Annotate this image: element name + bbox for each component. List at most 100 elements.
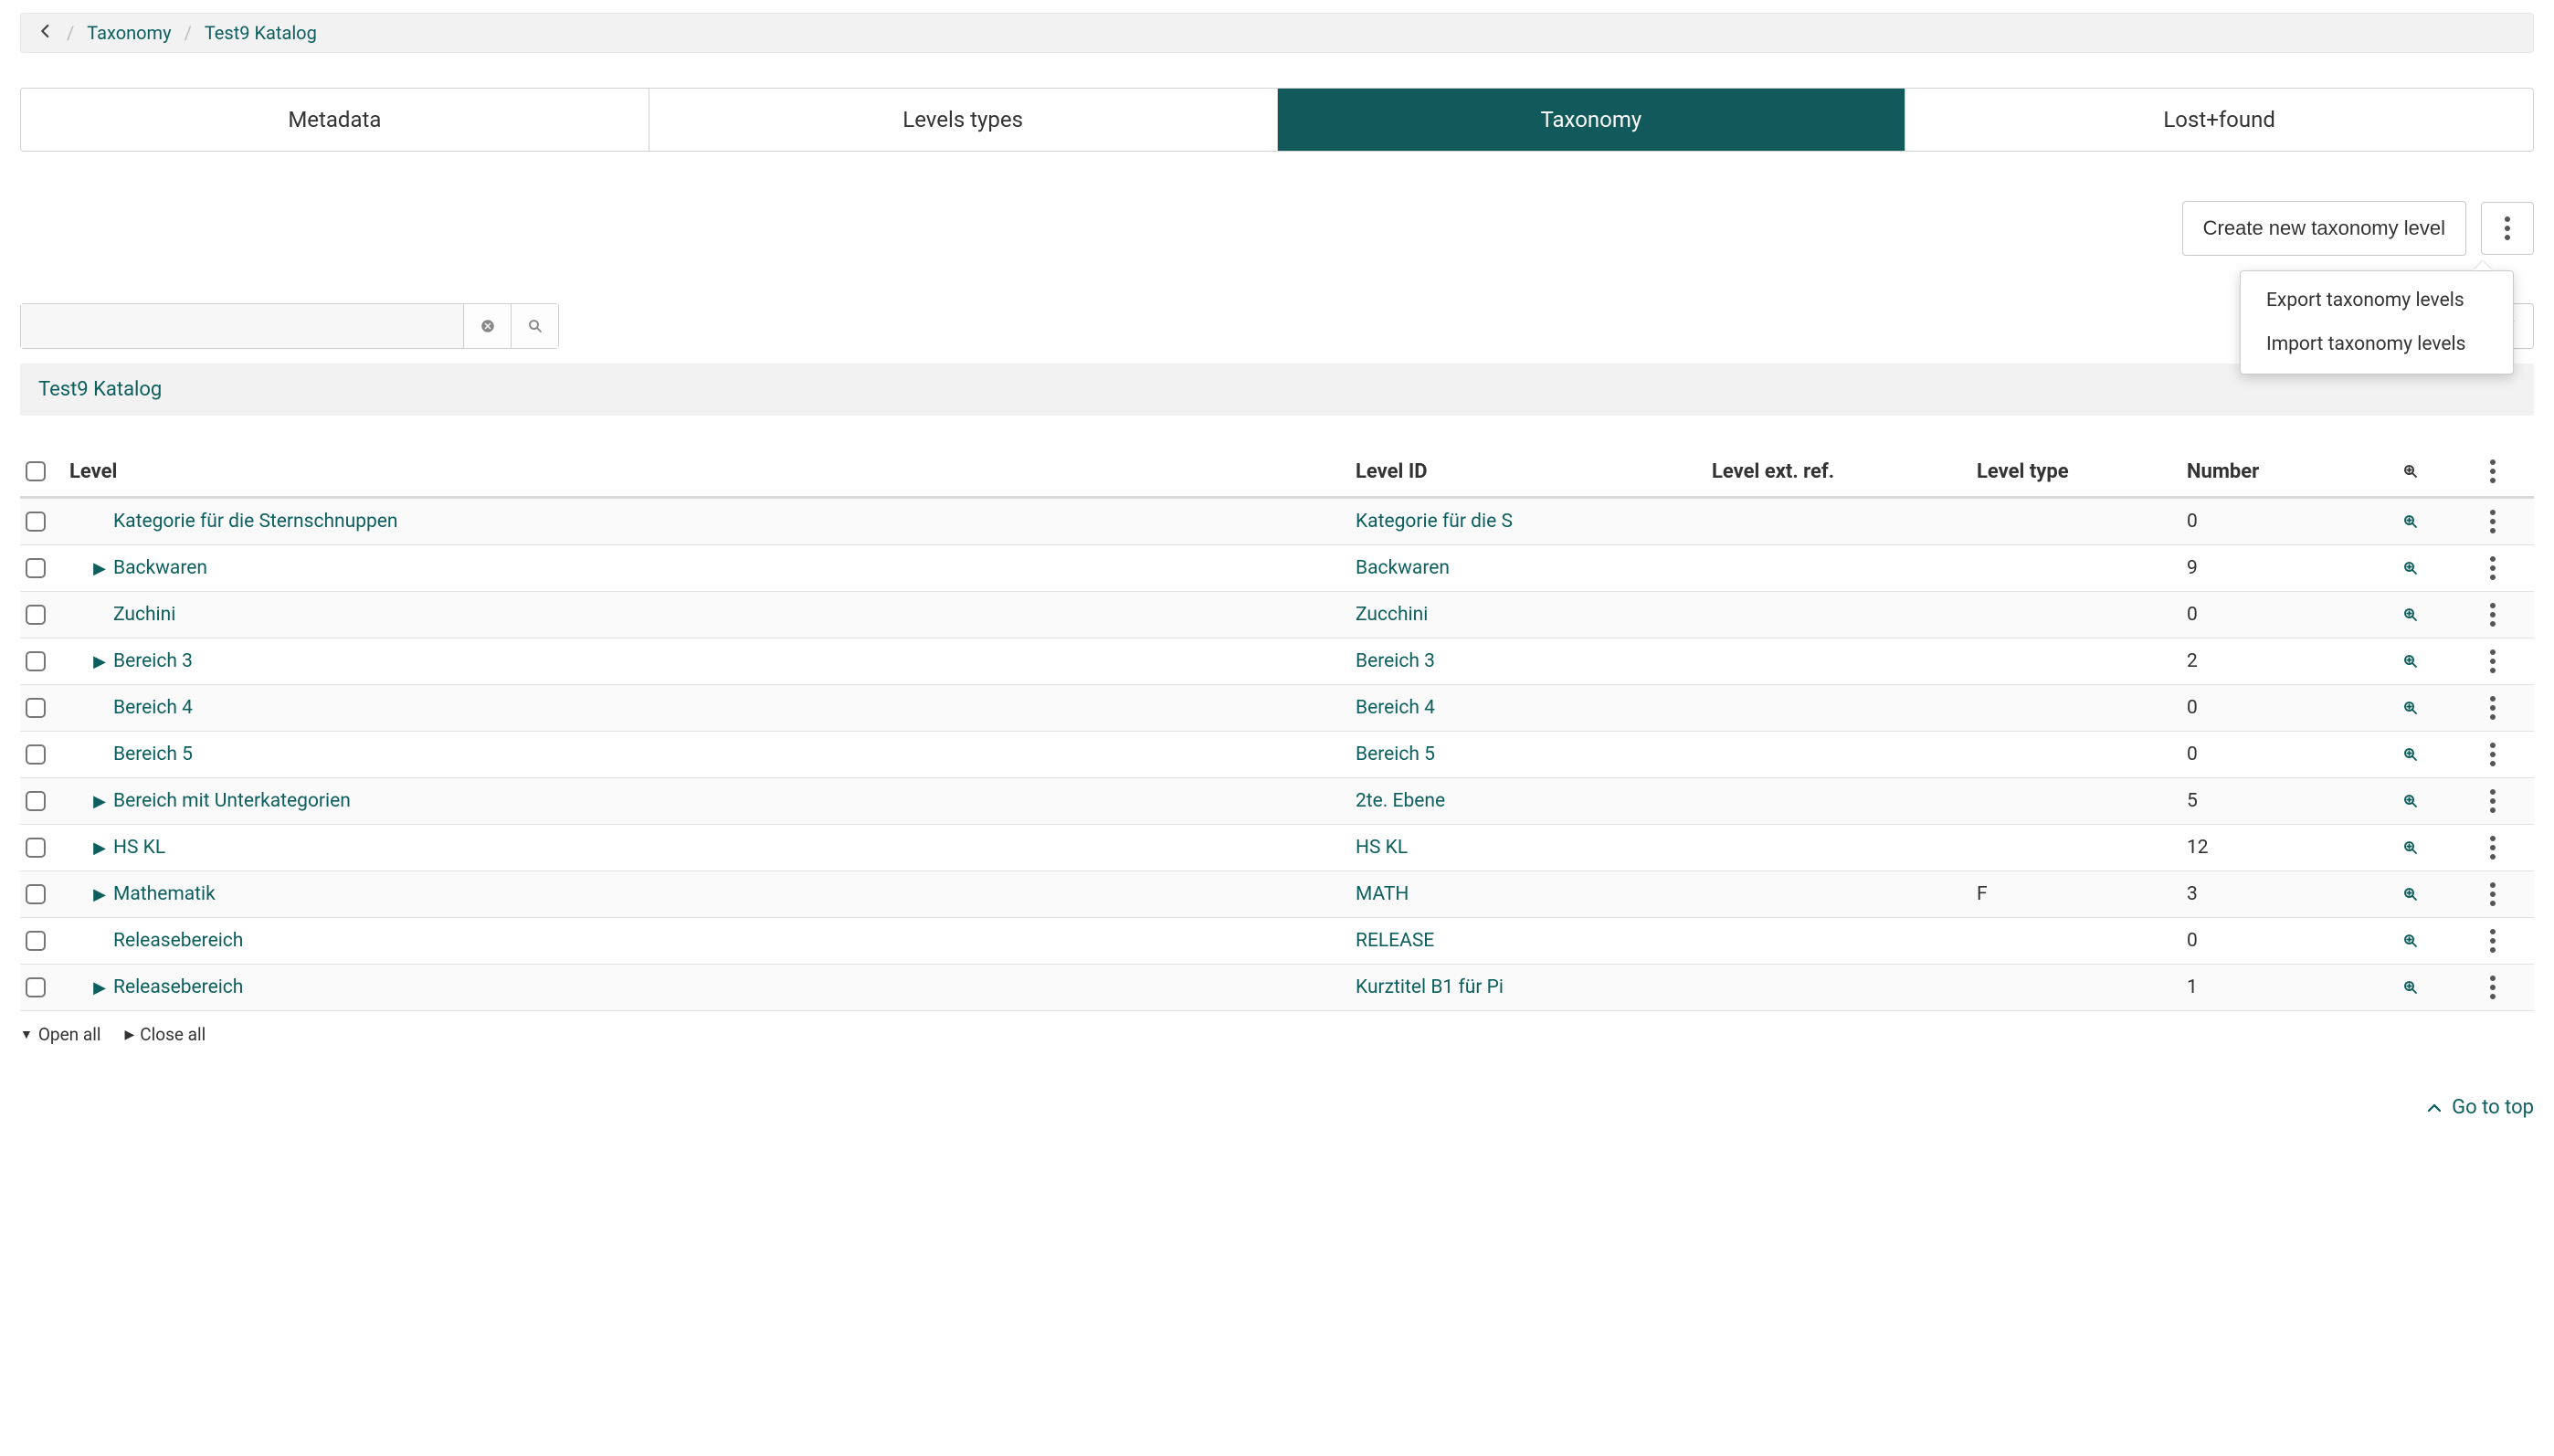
- menu-item-import-levels[interactable]: Import taxonomy levels: [2241, 322, 2513, 366]
- level-link[interactable]: HS KL: [113, 837, 165, 859]
- table-row: Kategorie für die SternschnuppenKategori…: [20, 499, 2534, 545]
- actions-row: Create new taxonomy level Export taxonom…: [20, 201, 2534, 256]
- col-number: Number: [2187, 460, 2369, 483]
- expand-caret[interactable]: ▶: [93, 792, 106, 811]
- expand-caret[interactable]: ▶: [93, 559, 106, 578]
- row-checkbox[interactable]: [26, 651, 46, 671]
- kebab-icon: [2490, 743, 2496, 766]
- table-row: ▶HS KLHS KL12: [20, 825, 2534, 871]
- level-link[interactable]: Releasebereich: [113, 930, 243, 952]
- row-zoom-button[interactable]: [2369, 746, 2452, 763]
- main-tabs: Metadata Levels types Taxonomy Lost+foun…: [20, 88, 2534, 152]
- row-checkbox[interactable]: [26, 838, 46, 858]
- row-zoom-button[interactable]: [2369, 607, 2452, 623]
- breadcrumb-item-catalog[interactable]: Test9 Katalog: [205, 22, 317, 44]
- expand-caret[interactable]: ▶: [93, 978, 106, 997]
- level-link[interactable]: Zuchini: [113, 604, 175, 626]
- tab-levels-types[interactable]: Levels types: [649, 89, 1278, 151]
- row-actions-button[interactable]: [2452, 882, 2534, 906]
- expand-caret[interactable]: ▶: [93, 652, 106, 671]
- row-checkbox[interactable]: [26, 884, 46, 904]
- row-checkbox[interactable]: [26, 931, 46, 951]
- row-checkbox[interactable]: [26, 791, 46, 811]
- row-actions-button[interactable]: [2452, 603, 2534, 627]
- row-actions-button[interactable]: [2452, 556, 2534, 580]
- level-number: 0: [2187, 697, 2369, 719]
- table-row: ▶ReleasebereichKurztitel B1 für Pi1: [20, 965, 2534, 1011]
- kebab-icon: [2505, 216, 2510, 240]
- open-all-link[interactable]: ▼Open all: [20, 1024, 100, 1045]
- more-actions-button[interactable]: [2481, 202, 2534, 255]
- level-id: MATH: [1356, 883, 1712, 905]
- row-checkbox[interactable]: [26, 698, 46, 718]
- level-link[interactable]: Mathematik: [113, 883, 216, 905]
- level-type: F: [1977, 883, 2187, 905]
- level-link[interactable]: Releasebereich: [113, 976, 243, 998]
- expand-caret[interactable]: ▶: [93, 885, 106, 904]
- level-link[interactable]: Kategorie für die Sternschnuppen: [113, 511, 398, 533]
- go-to-top-label: Go to top: [2452, 1096, 2534, 1119]
- level-link[interactable]: Bereich 5: [113, 744, 193, 765]
- level-number: 0: [2187, 511, 2369, 533]
- tab-taxonomy[interactable]: Taxonomy: [1278, 89, 1906, 151]
- row-zoom-button[interactable]: [2369, 979, 2452, 996]
- expand-caret[interactable]: ▶: [93, 839, 106, 858]
- breadcrumb-back[interactable]: [37, 22, 54, 45]
- level-number: 9: [2187, 557, 2369, 579]
- kebab-icon: [2490, 836, 2496, 860]
- table-header: Level Level ID Level ext. ref. Level typ…: [20, 450, 2534, 499]
- clear-search-button[interactable]: [463, 304, 511, 348]
- clear-icon: [480, 318, 496, 334]
- row-zoom-button[interactable]: [2369, 560, 2452, 576]
- tab-metadata[interactable]: Metadata: [21, 89, 649, 151]
- menu-item-export-levels[interactable]: Export taxonomy levels: [2241, 279, 2513, 322]
- kebab-icon: [2490, 556, 2496, 580]
- create-taxonomy-level-button[interactable]: Create new taxonomy level: [2182, 201, 2466, 256]
- row-zoom-button[interactable]: [2369, 700, 2452, 716]
- go-to-top-link[interactable]: Go to top: [20, 1096, 2534, 1119]
- row-checkbox[interactable]: [26, 605, 46, 625]
- row-zoom-button[interactable]: [2369, 793, 2452, 809]
- tab-lost-found[interactable]: Lost+found: [1905, 89, 2533, 151]
- row-actions-button[interactable]: [2452, 929, 2534, 953]
- level-id: Bereich 3: [1356, 650, 1712, 672]
- row-zoom-button[interactable]: [2369, 653, 2452, 670]
- row-zoom-button[interactable]: [2369, 933, 2452, 949]
- row-actions-button[interactable]: [2452, 976, 2534, 999]
- kebab-icon: [2490, 929, 2496, 953]
- row-actions-button[interactable]: [2452, 743, 2534, 766]
- search-icon: [527, 318, 544, 334]
- col-level-type: Level type: [1977, 460, 2187, 483]
- table-row: ▶Bereich 3Bereich 32: [20, 638, 2534, 685]
- level-link[interactable]: Bereich 3: [113, 650, 193, 672]
- row-actions-button[interactable]: [2452, 789, 2534, 813]
- catalog-title: Test9 Katalog: [20, 364, 2534, 416]
- search-input[interactable]: [21, 304, 463, 348]
- row-checkbox[interactable]: [26, 977, 46, 997]
- zoom-in-icon: [2402, 463, 2419, 480]
- row-actions-button[interactable]: [2452, 649, 2534, 673]
- kebab-icon: [2490, 510, 2496, 533]
- zoom-in-icon: [2402, 839, 2419, 856]
- row-actions-button[interactable]: [2452, 510, 2534, 533]
- level-link[interactable]: Bereich mit Unterkategorien: [113, 790, 351, 812]
- breadcrumb-item-taxonomy[interactable]: Taxonomy: [87, 22, 171, 44]
- level-link[interactable]: Backwaren: [113, 557, 207, 579]
- zoom-in-icon: [2402, 793, 2419, 809]
- row-zoom-button[interactable]: [2369, 839, 2452, 856]
- row-zoom-button[interactable]: [2369, 513, 2452, 530]
- level-link[interactable]: Bereich 4: [113, 697, 193, 719]
- row-checkbox[interactable]: [26, 512, 46, 532]
- col-zoom: [2369, 463, 2452, 480]
- row-checkbox[interactable]: [26, 558, 46, 578]
- kebab-icon: [2490, 789, 2496, 813]
- run-search-button[interactable]: [511, 304, 558, 348]
- row-checkbox[interactable]: [26, 744, 46, 765]
- close-all-link[interactable]: ▶Close all: [124, 1024, 206, 1045]
- row-zoom-button[interactable]: [2369, 886, 2452, 902]
- row-actions-button[interactable]: [2452, 696, 2534, 720]
- row-actions-button[interactable]: [2452, 836, 2534, 860]
- zoom-in-icon: [2402, 746, 2419, 763]
- select-all-checkbox[interactable]: [26, 461, 46, 481]
- table-row: Bereich 4Bereich 40: [20, 685, 2534, 732]
